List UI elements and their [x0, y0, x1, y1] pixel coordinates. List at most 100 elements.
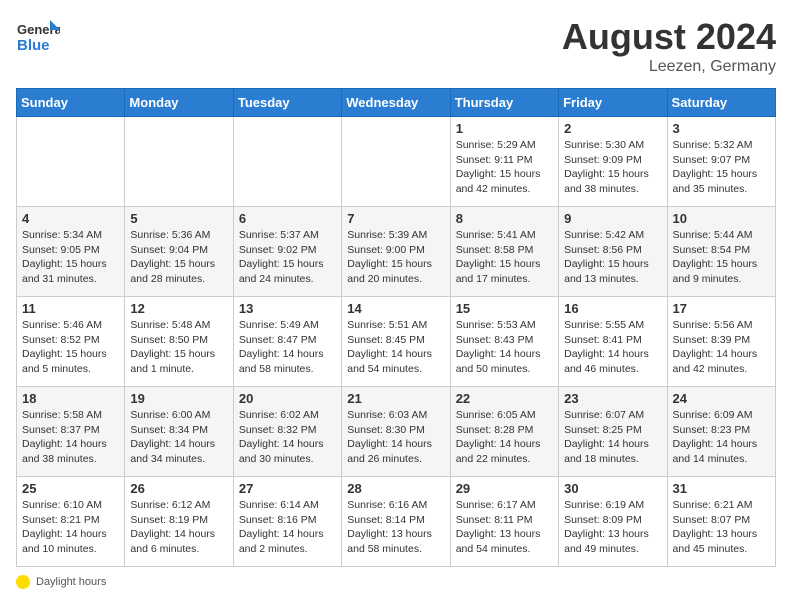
day-info: Sunrise: 5:56 AM Sunset: 8:39 PM Dayligh…: [673, 319, 758, 375]
day-info: Sunrise: 6:07 AM Sunset: 8:25 PM Dayligh…: [564, 409, 649, 465]
day-info: Sunrise: 6:09 AM Sunset: 8:23 PM Dayligh…: [673, 409, 758, 465]
day-info: Sunrise: 5:30 AM Sunset: 9:09 PM Dayligh…: [564, 139, 649, 195]
day-info: Sunrise: 5:55 AM Sunset: 8:41 PM Dayligh…: [564, 319, 649, 375]
calendar-cell: 16 Sunrise: 5:55 AM Sunset: 8:41 PM Dayl…: [559, 297, 667, 387]
weekday-header-monday: Monday: [125, 89, 233, 117]
svg-text:Blue: Blue: [17, 37, 50, 54]
weekday-header-saturday: Saturday: [667, 89, 775, 117]
day-number: 5: [130, 211, 227, 226]
day-info: Sunrise: 5:48 AM Sunset: 8:50 PM Dayligh…: [130, 319, 215, 375]
day-number: 30: [564, 481, 661, 496]
weekday-header-row: SundayMondayTuesdayWednesdayThursdayFrid…: [17, 89, 776, 117]
day-number: 20: [239, 391, 336, 406]
week-row-4: 18 Sunrise: 5:58 AM Sunset: 8:37 PM Dayl…: [17, 387, 776, 477]
day-info: Sunrise: 5:44 AM Sunset: 8:54 PM Dayligh…: [673, 229, 758, 285]
calendar-cell: 13 Sunrise: 5:49 AM Sunset: 8:47 PM Dayl…: [233, 297, 341, 387]
day-number: 6: [239, 211, 336, 226]
footer-legend: Daylight hours: [16, 575, 776, 589]
calendar-cell: [17, 117, 125, 207]
calendar-cell: 29 Sunrise: 6:17 AM Sunset: 8:11 PM Dayl…: [450, 477, 558, 567]
title-block: August 2024 Leezen, Germany: [562, 16, 776, 76]
day-info: Sunrise: 5:32 AM Sunset: 9:07 PM Dayligh…: [673, 139, 758, 195]
calendar-table: SundayMondayTuesdayWednesdayThursdayFrid…: [16, 88, 776, 567]
logo: General Blue: [16, 16, 60, 60]
day-number: 9: [564, 211, 661, 226]
calendar-cell: 18 Sunrise: 5:58 AM Sunset: 8:37 PM Dayl…: [17, 387, 125, 477]
calendar-cell: 28 Sunrise: 6:16 AM Sunset: 8:14 PM Dayl…: [342, 477, 450, 567]
day-info: Sunrise: 6:17 AM Sunset: 8:11 PM Dayligh…: [456, 499, 541, 555]
calendar-cell: 2 Sunrise: 5:30 AM Sunset: 9:09 PM Dayli…: [559, 117, 667, 207]
day-number: 28: [347, 481, 444, 496]
day-number: 15: [456, 301, 553, 316]
calendar-cell: 17 Sunrise: 5:56 AM Sunset: 8:39 PM Dayl…: [667, 297, 775, 387]
day-info: Sunrise: 6:12 AM Sunset: 8:19 PM Dayligh…: [130, 499, 215, 555]
day-number: 14: [347, 301, 444, 316]
calendar-cell: 19 Sunrise: 6:00 AM Sunset: 8:34 PM Dayl…: [125, 387, 233, 477]
calendar-cell: 15 Sunrise: 5:53 AM Sunset: 8:43 PM Dayl…: [450, 297, 558, 387]
day-info: Sunrise: 6:03 AM Sunset: 8:30 PM Dayligh…: [347, 409, 432, 465]
day-number: 3: [673, 121, 770, 136]
calendar-cell: [233, 117, 341, 207]
day-info: Sunrise: 5:53 AM Sunset: 8:43 PM Dayligh…: [456, 319, 541, 375]
daylight-icon: [16, 575, 30, 589]
calendar-cell: 21 Sunrise: 6:03 AM Sunset: 8:30 PM Dayl…: [342, 387, 450, 477]
day-info: Sunrise: 5:41 AM Sunset: 8:58 PM Dayligh…: [456, 229, 541, 285]
week-row-5: 25 Sunrise: 6:10 AM Sunset: 8:21 PM Dayl…: [17, 477, 776, 567]
calendar-cell: 7 Sunrise: 5:39 AM Sunset: 9:00 PM Dayli…: [342, 207, 450, 297]
day-info: Sunrise: 6:05 AM Sunset: 8:28 PM Dayligh…: [456, 409, 541, 465]
day-info: Sunrise: 5:34 AM Sunset: 9:05 PM Dayligh…: [22, 229, 107, 285]
day-number: 18: [22, 391, 119, 406]
day-info: Sunrise: 5:58 AM Sunset: 8:37 PM Dayligh…: [22, 409, 107, 465]
calendar-cell: 27 Sunrise: 6:14 AM Sunset: 8:16 PM Dayl…: [233, 477, 341, 567]
weekday-header-friday: Friday: [559, 89, 667, 117]
calendar-cell: 22 Sunrise: 6:05 AM Sunset: 8:28 PM Dayl…: [450, 387, 558, 477]
day-info: Sunrise: 6:10 AM Sunset: 8:21 PM Dayligh…: [22, 499, 107, 555]
day-info: Sunrise: 5:29 AM Sunset: 9:11 PM Dayligh…: [456, 139, 541, 195]
calendar-cell: 12 Sunrise: 5:48 AM Sunset: 8:50 PM Dayl…: [125, 297, 233, 387]
calendar-cell: 26 Sunrise: 6:12 AM Sunset: 8:19 PM Dayl…: [125, 477, 233, 567]
day-info: Sunrise: 5:51 AM Sunset: 8:45 PM Dayligh…: [347, 319, 432, 375]
calendar-cell: 23 Sunrise: 6:07 AM Sunset: 8:25 PM Dayl…: [559, 387, 667, 477]
day-number: 2: [564, 121, 661, 136]
day-number: 1: [456, 121, 553, 136]
day-info: Sunrise: 5:37 AM Sunset: 9:02 PM Dayligh…: [239, 229, 324, 285]
weekday-header-thursday: Thursday: [450, 89, 558, 117]
day-info: Sunrise: 6:21 AM Sunset: 8:07 PM Dayligh…: [673, 499, 758, 555]
calendar-cell: 4 Sunrise: 5:34 AM Sunset: 9:05 PM Dayli…: [17, 207, 125, 297]
day-number: 22: [456, 391, 553, 406]
calendar-cell: 30 Sunrise: 6:19 AM Sunset: 8:09 PM Dayl…: [559, 477, 667, 567]
day-number: 24: [673, 391, 770, 406]
day-info: Sunrise: 5:39 AM Sunset: 9:00 PM Dayligh…: [347, 229, 432, 285]
calendar-cell: 6 Sunrise: 5:37 AM Sunset: 9:02 PM Dayli…: [233, 207, 341, 297]
calendar-cell: 11 Sunrise: 5:46 AM Sunset: 8:52 PM Dayl…: [17, 297, 125, 387]
day-number: 17: [673, 301, 770, 316]
page-header: General Blue August 2024 Leezen, Germany: [16, 16, 776, 76]
calendar-cell: [342, 117, 450, 207]
day-number: 7: [347, 211, 444, 226]
day-info: Sunrise: 6:14 AM Sunset: 8:16 PM Dayligh…: [239, 499, 324, 555]
day-info: Sunrise: 5:46 AM Sunset: 8:52 PM Dayligh…: [22, 319, 107, 375]
footer: Daylight hours: [16, 575, 776, 589]
day-number: 4: [22, 211, 119, 226]
weekday-header-tuesday: Tuesday: [233, 89, 341, 117]
calendar-cell: 5 Sunrise: 5:36 AM Sunset: 9:04 PM Dayli…: [125, 207, 233, 297]
day-number: 25: [22, 481, 119, 496]
day-number: 31: [673, 481, 770, 496]
calendar-cell: 3 Sunrise: 5:32 AM Sunset: 9:07 PM Dayli…: [667, 117, 775, 207]
location: Leezen, Germany: [562, 58, 776, 76]
day-number: 27: [239, 481, 336, 496]
weekday-header-wednesday: Wednesday: [342, 89, 450, 117]
calendar-cell: 25 Sunrise: 6:10 AM Sunset: 8:21 PM Dayl…: [17, 477, 125, 567]
week-row-1: 1 Sunrise: 5:29 AM Sunset: 9:11 PM Dayli…: [17, 117, 776, 207]
daylight-label: Daylight hours: [36, 576, 106, 588]
logo-svg: General Blue: [16, 16, 60, 60]
day-number: 19: [130, 391, 227, 406]
month-title: August 2024: [562, 16, 776, 58]
calendar-cell: 1 Sunrise: 5:29 AM Sunset: 9:11 PM Dayli…: [450, 117, 558, 207]
weekday-header-sunday: Sunday: [17, 89, 125, 117]
day-info: Sunrise: 5:49 AM Sunset: 8:47 PM Dayligh…: [239, 319, 324, 375]
day-info: Sunrise: 5:36 AM Sunset: 9:04 PM Dayligh…: [130, 229, 215, 285]
day-info: Sunrise: 6:16 AM Sunset: 8:14 PM Dayligh…: [347, 499, 432, 555]
day-number: 29: [456, 481, 553, 496]
day-number: 8: [456, 211, 553, 226]
